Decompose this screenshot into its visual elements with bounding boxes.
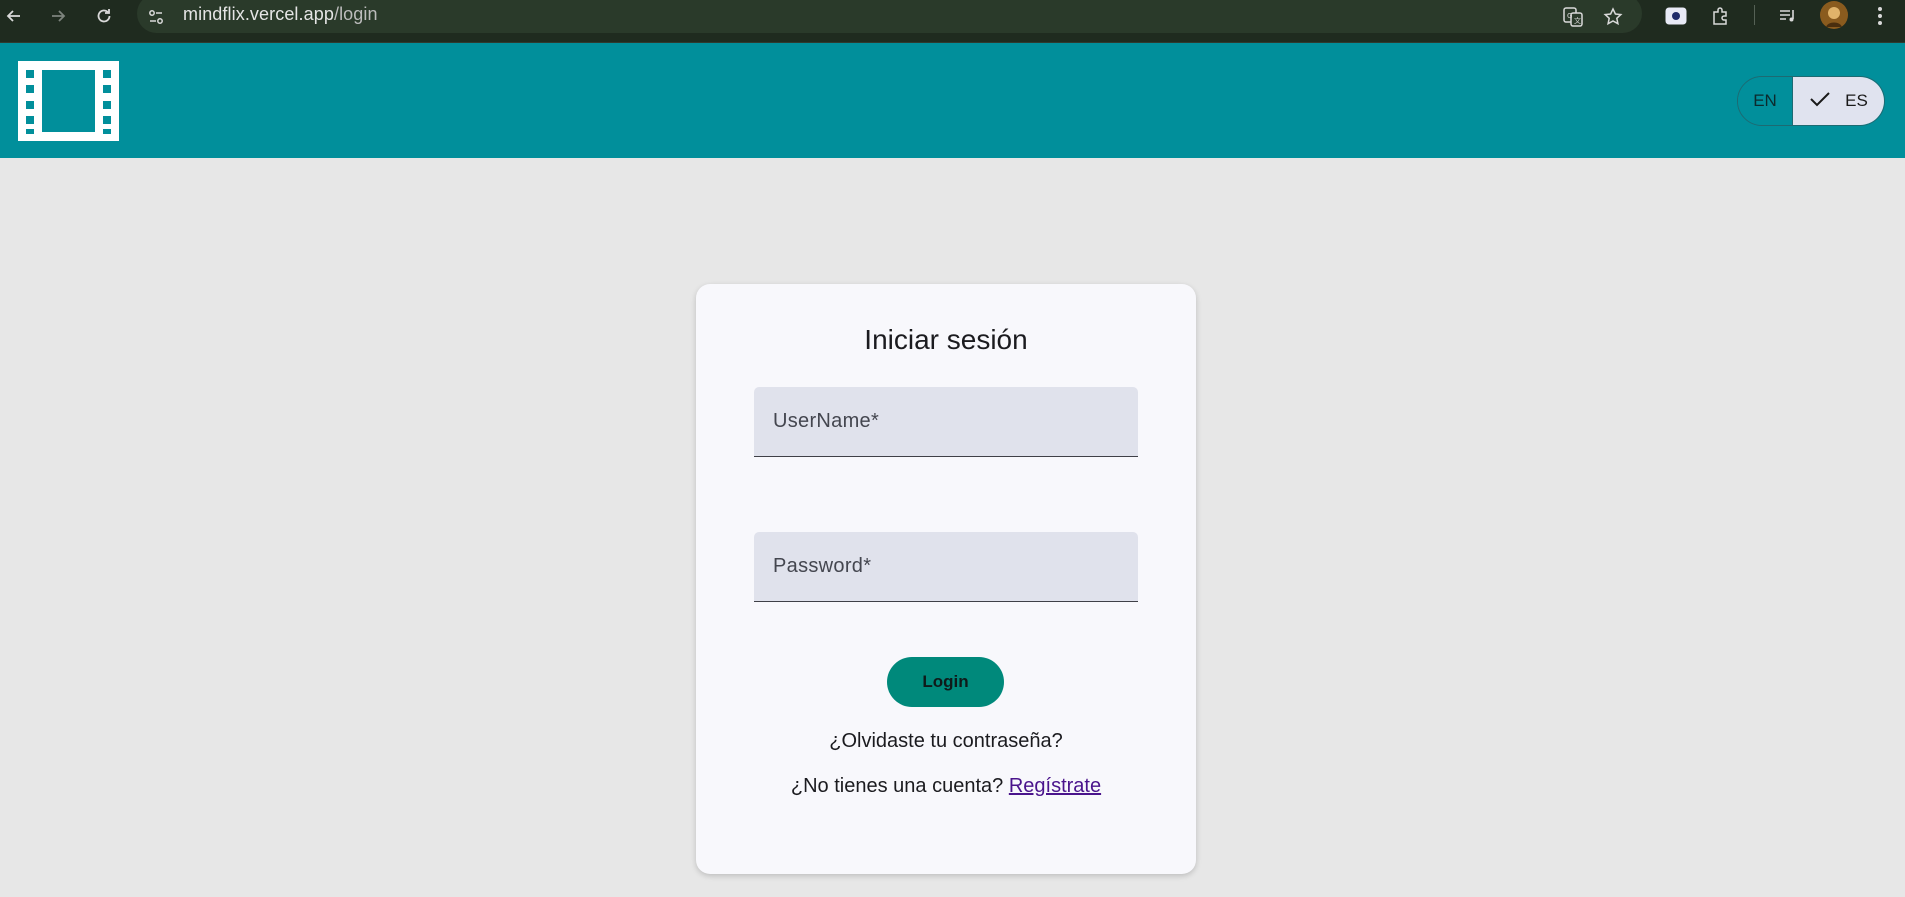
app-header	[0, 43, 1905, 158]
language-option-en-label: EN	[1753, 91, 1777, 110]
check-icon	[1809, 91, 1831, 112]
language-toggle: EN ES	[1737, 76, 1885, 126]
bookmark-star-icon[interactable]	[1599, 4, 1627, 30]
url-text: mindflix.vercel.app/login	[183, 4, 378, 25]
language-option-es-label: ES	[1845, 91, 1868, 110]
svg-text:文: 文	[1574, 16, 1581, 25]
back-arrow-icon[interactable]	[0, 3, 28, 29]
language-option-es[interactable]: ES	[1793, 77, 1884, 125]
extensions-icon[interactable]	[1706, 3, 1734, 29]
url-path: /login	[333, 4, 378, 24]
address-bar[interactable]: mindflix.vercel.app/login G文	[137, 0, 1642, 33]
forward-arrow-icon[interactable]	[44, 3, 72, 29]
page-title: Iniciar sesión	[864, 324, 1028, 355]
register-link[interactable]: Regístrate	[1009, 775, 1101, 797]
username-field	[754, 387, 1138, 457]
screen-cast-icon[interactable]	[1662, 3, 1690, 29]
browser-toolbar: mindflix.vercel.app/login G文	[0, 0, 1905, 43]
more-menu-icon[interactable]	[1866, 3, 1894, 29]
film-strip-icon[interactable]	[18, 61, 119, 141]
signup-prompt: ¿No tienes una cuenta? Regístrate	[696, 775, 1196, 798]
toolbar-divider	[1754, 5, 1755, 25]
translate-icon[interactable]: G文	[1559, 4, 1587, 30]
signup-prompt-text: ¿No tienes una cuenta?	[790, 775, 1004, 797]
language-option-en[interactable]: EN	[1738, 77, 1793, 125]
site-info-icon[interactable]	[145, 6, 167, 28]
reading-list-icon[interactable]	[1774, 3, 1802, 29]
login-card: Iniciar sesión Login ¿Olvidaste tu contr…	[696, 284, 1196, 874]
forgot-password-link[interactable]: ¿Olvidaste tu contraseña?	[696, 730, 1196, 753]
svg-text:G: G	[1567, 12, 1572, 20]
url-host: mindflix.vercel.app	[183, 4, 334, 24]
profile-avatar[interactable]	[1820, 1, 1848, 29]
login-button[interactable]: Login	[887, 657, 1004, 707]
password-field	[754, 532, 1138, 602]
username-input[interactable]	[754, 387, 1138, 456]
reload-icon[interactable]	[90, 3, 118, 29]
password-input[interactable]	[754, 532, 1138, 601]
